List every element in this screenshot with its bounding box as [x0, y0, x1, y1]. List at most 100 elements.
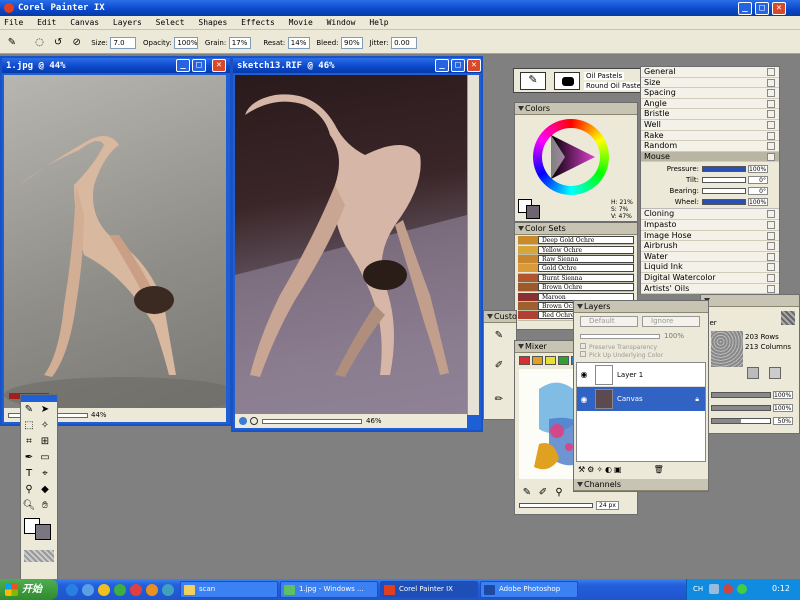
- language-indicator[interactable]: CH: [693, 585, 703, 593]
- mixer-dropper-icon[interactable]: ⚲: [552, 486, 566, 500]
- doc1-maximize-button[interactable]: □: [192, 59, 206, 72]
- menu-window[interactable]: Window: [327, 18, 356, 27]
- reset-icon[interactable]: ↺: [51, 36, 65, 50]
- grabber-icon[interactable]: ✋︎: [38, 499, 52, 513]
- paper-brightness-value[interactable]: 50%: [773, 416, 793, 425]
- menu-edit[interactable]: Edit: [37, 18, 56, 27]
- brush-category-row[interactable]: Cloning: [641, 209, 779, 220]
- doc1-close-button[interactable]: ✕: [212, 59, 226, 72]
- pressure-value[interactable]: 100%: [748, 164, 768, 173]
- text-icon[interactable]: T: [22, 467, 36, 481]
- layer-visibility-eye-icon[interactable]: ◉: [577, 370, 591, 379]
- color-swatches[interactable]: [21, 518, 57, 542]
- pencil-preset-icon[interactable]: ✐: [492, 359, 506, 373]
- paper-directional-icon[interactable]: [769, 367, 781, 379]
- grain-input[interactable]: 17%: [228, 36, 251, 49]
- magic-wand-icon[interactable]: ✧: [38, 419, 52, 433]
- search-icon[interactable]: [130, 584, 142, 596]
- selection-icon[interactable]: ⬚: [22, 419, 36, 433]
- tray-icon-2[interactable]: [723, 584, 733, 594]
- paper-texture-preview[interactable]: [711, 331, 743, 367]
- mixer-size-slider[interactable]: [519, 503, 593, 508]
- canvas-visibility-eye-icon[interactable]: ◉: [577, 395, 591, 404]
- layers-header[interactable]: Layers: [574, 301, 708, 313]
- brush-category-row[interactable]: Rake: [641, 131, 779, 142]
- mixer-apply-icon[interactable]: ✎: [520, 486, 534, 500]
- doc2-title-bar[interactable]: sketch13.RIF @ 46% _ □ ✕: [233, 58, 481, 73]
- color-wheel[interactable]: [533, 119, 609, 195]
- start-button[interactable]: 开始: [0, 579, 58, 600]
- new-layer-icon[interactable]: ▣: [614, 465, 622, 474]
- marker-preset-icon[interactable]: ✏: [492, 393, 506, 407]
- pen-icon[interactable]: ✒: [22, 451, 36, 465]
- media-icon[interactable]: [146, 584, 158, 596]
- brush-category-row[interactable]: Angle: [641, 99, 779, 110]
- close-category-icon[interactable]: [767, 210, 775, 219]
- brush-preset-icon[interactable]: ✎: [492, 329, 506, 343]
- maximize-button[interactable]: □: [755, 2, 769, 15]
- close-category-icon[interactable]: [767, 142, 775, 151]
- color-set-swatch[interactable]: [518, 301, 538, 310]
- brush-category-row[interactable]: Digital Watercolor: [641, 273, 779, 284]
- brush-category-icon[interactable]: ✎: [520, 72, 546, 90]
- paper-contrast-slider[interactable]: [711, 404, 771, 411]
- close-category-icon[interactable]: [767, 273, 775, 282]
- rectangle-icon[interactable]: ▭: [38, 451, 52, 465]
- bleed-input[interactable]: 90%: [341, 36, 364, 49]
- close-category-icon[interactable]: [767, 252, 775, 261]
- doc2-vscroll[interactable]: [467, 75, 479, 415]
- color-set-row[interactable]: Burnt Sienna: [518, 273, 634, 283]
- task-photoshop[interactable]: Adobe Photoshop: [480, 581, 578, 598]
- doc2-maximize-button[interactable]: □: [451, 59, 465, 72]
- app-icon[interactable]: [162, 584, 174, 596]
- colors-panel-header[interactable]: Colors: [515, 103, 637, 115]
- paper-panel-header[interactable]: [701, 295, 799, 307]
- task-painter[interactable]: Corel Painter IX: [380, 581, 478, 598]
- close-category-icon[interactable]: [767, 120, 775, 129]
- doc2-close-button[interactable]: ✕: [467, 59, 481, 72]
- layer-commands-icon[interactable]: ⚙: [587, 465, 594, 474]
- color-set-swatch[interactable]: [518, 245, 538, 254]
- minimize-button[interactable]: _: [738, 2, 752, 15]
- brush-icon[interactable]: ✎: [22, 403, 36, 417]
- layer-mask-icon[interactable]: ◐: [605, 465, 612, 474]
- composite-method-select[interactable]: Default: [580, 316, 638, 327]
- layer-adjuster-icon[interactable]: ⚒: [578, 465, 585, 474]
- brush-category-row[interactable]: Well: [641, 120, 779, 131]
- pressure-slider[interactable]: [702, 165, 746, 172]
- menu-shapes[interactable]: Shapes: [198, 18, 227, 27]
- lasso-icon[interactable]: ◌: [33, 36, 47, 50]
- close-category-icon[interactable]: [767, 242, 775, 251]
- layer-row[interactable]: ◉ Layer 1: [577, 363, 705, 387]
- close-category-icon[interactable]: [767, 231, 775, 240]
- additional-color-chip[interactable]: [526, 205, 540, 219]
- doc2-zoom-slider[interactable]: [262, 418, 362, 424]
- paper-swatch-icon[interactable]: [781, 311, 795, 325]
- paint-bucket-icon[interactable]: ◆: [38, 483, 52, 497]
- brush-category-row[interactable]: Image Hose: [641, 231, 779, 242]
- paper-scale-value[interactable]: 100%: [773, 390, 793, 399]
- messenger-icon[interactable]: [114, 584, 126, 596]
- menu-movie[interactable]: Movie: [289, 18, 313, 27]
- mixer-color-swatch[interactable]: [558, 356, 569, 365]
- brush-category-row[interactable]: Random: [641, 141, 779, 152]
- color-sets-header[interactable]: Color Sets: [515, 223, 637, 235]
- menu-select[interactable]: Select: [156, 18, 185, 27]
- brush-category-row[interactable]: Spacing: [641, 88, 779, 99]
- paper-brightness-slider[interactable]: [711, 417, 771, 424]
- menu-canvas[interactable]: Canvas: [70, 18, 99, 27]
- layer-opacity-value[interactable]: 100%: [664, 332, 684, 340]
- arrow-icon[interactable]: ➤: [38, 403, 52, 417]
- delete-layer-icon[interactable]: 🗑︎: [654, 465, 664, 474]
- brush-category-name[interactable]: Oil Pastels: [584, 72, 625, 80]
- close-category-icon[interactable]: [767, 131, 775, 140]
- brush-category-row[interactable]: Water: [641, 252, 779, 263]
- ie-icon[interactable]: [66, 584, 78, 596]
- brush-tool-icon[interactable]: ✎: [5, 36, 19, 50]
- composite-depth-select[interactable]: Ignore: [642, 316, 700, 327]
- color-set-swatch[interactable]: [518, 254, 538, 263]
- tray-icon-1[interactable]: [709, 584, 719, 594]
- doc2-minimize-button[interactable]: _: [435, 59, 449, 72]
- mixer-color-swatch[interactable]: [545, 356, 556, 365]
- color-set-swatch[interactable]: [518, 273, 538, 282]
